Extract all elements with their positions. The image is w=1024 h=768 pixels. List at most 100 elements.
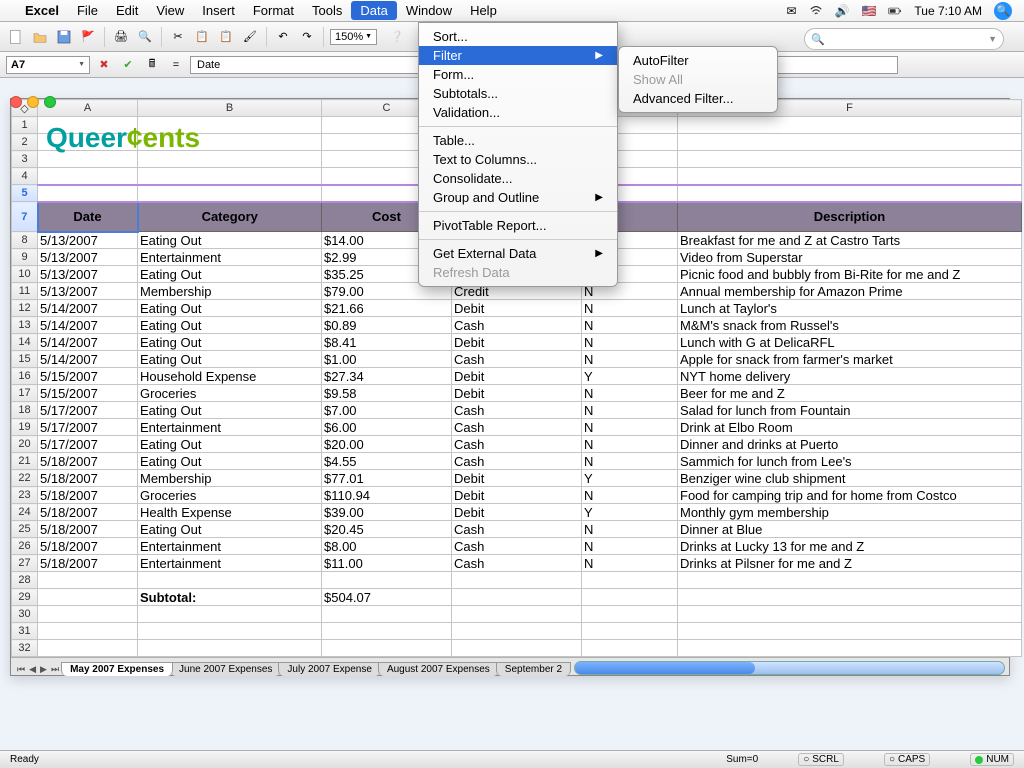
cell-recurring[interactable]: N	[582, 436, 678, 453]
cell-recurring[interactable]: Y	[582, 368, 678, 385]
cell-desc[interactable]: Breakfast for me and Z at Castro Tarts	[678, 232, 1022, 249]
cell[interactable]	[678, 117, 1022, 134]
cell-recurring[interactable]: N	[582, 300, 678, 317]
cell[interactable]	[678, 151, 1022, 168]
row-header-10[interactable]: 10	[12, 266, 38, 283]
cut-icon[interactable]: ✂	[168, 27, 188, 47]
sheet-tab-0[interactable]: May 2007 Expenses	[61, 662, 173, 676]
wifi-icon[interactable]	[803, 1, 829, 20]
cell-category[interactable]: Eating Out	[138, 402, 322, 419]
cell-date[interactable]: 5/13/2007	[38, 266, 138, 283]
cell-desc[interactable]: Salad for lunch from Fountain	[678, 402, 1022, 419]
cell-method[interactable]: Debit	[452, 385, 582, 402]
row-header-31[interactable]: 31	[12, 623, 38, 640]
row-header-23[interactable]: 23	[12, 487, 38, 504]
subtotal-value[interactable]: $504.07	[322, 589, 452, 606]
cell[interactable]	[38, 572, 138, 589]
cell[interactable]	[678, 185, 1022, 202]
copy-icon[interactable]: 📋	[192, 27, 212, 47]
cell[interactable]	[322, 606, 452, 623]
cell-category[interactable]: Eating Out	[138, 453, 322, 470]
cell-desc[interactable]: Picnic food and bubbly from Bi-Rite for …	[678, 266, 1022, 283]
cell-recurring[interactable]: N	[582, 402, 678, 419]
menuitem-pivottable-report-[interactable]: PivotTable Report...	[419, 216, 617, 235]
sheet-tab-4[interactable]: September 2	[496, 662, 571, 676]
menu-help[interactable]: Help	[461, 1, 506, 20]
row-header-26[interactable]: 26	[12, 538, 38, 555]
row-header-30[interactable]: 30	[12, 606, 38, 623]
menuitem-get-external-data[interactable]: Get External Data▶	[419, 244, 617, 263]
row-header-15[interactable]: 15	[12, 351, 38, 368]
cell-cost[interactable]: $1.00	[322, 351, 452, 368]
submenuitem-autofilter[interactable]: AutoFilter	[619, 51, 777, 70]
cell[interactable]	[678, 623, 1022, 640]
cell-method[interactable]: Cash	[452, 521, 582, 538]
row-header-11[interactable]: 11	[12, 283, 38, 300]
cell-cost[interactable]: $4.55	[322, 453, 452, 470]
row-header-19[interactable]: 19	[12, 419, 38, 436]
cell-category[interactable]: Entertainment	[138, 249, 322, 266]
menu-app[interactable]: Excel	[16, 1, 68, 20]
cell[interactable]	[138, 185, 322, 202]
row-header-2[interactable]: 2	[12, 134, 38, 151]
cell-desc[interactable]: Apple for snack from farmer's market	[678, 351, 1022, 368]
cell-recurring[interactable]: N	[582, 538, 678, 555]
cell-desc[interactable]: Drinks at Pilsner for me and Z	[678, 555, 1022, 572]
cell[interactable]	[678, 572, 1022, 589]
cell-date[interactable]: 5/14/2007	[38, 300, 138, 317]
cell-date[interactable]: 5/13/2007	[38, 232, 138, 249]
cell-category[interactable]: Groceries	[138, 487, 322, 504]
subtotal-label[interactable]: Subtotal:	[138, 589, 322, 606]
cell-category[interactable]: Entertainment	[138, 419, 322, 436]
cell-method[interactable]: Cash	[452, 317, 582, 334]
row-header-14[interactable]: 14	[12, 334, 38, 351]
cell[interactable]	[582, 606, 678, 623]
cell-date[interactable]: 5/14/2007	[38, 351, 138, 368]
cell-date[interactable]: 5/18/2007	[38, 538, 138, 555]
cell-method[interactable]: Debit	[452, 470, 582, 487]
spotlight-icon[interactable]: 🔍	[988, 0, 1018, 22]
cell-desc[interactable]: Monthly gym membership	[678, 504, 1022, 521]
open-icon[interactable]	[30, 27, 50, 47]
row-header-17[interactable]: 17	[12, 385, 38, 402]
cell-method[interactable]: Cash	[452, 538, 582, 555]
zoom-window-icon[interactable]	[44, 96, 56, 108]
cell[interactable]	[678, 168, 1022, 185]
cell-desc[interactable]: Sammich for lunch from Lee's	[678, 453, 1022, 470]
calc-icon[interactable]: 🖩	[142, 55, 162, 75]
cell-cost[interactable]: $7.00	[322, 402, 452, 419]
cell-recurring[interactable]: N	[582, 453, 678, 470]
menu-window[interactable]: Window	[397, 1, 461, 20]
submenuitem-advanced-filter-[interactable]: Advanced Filter...	[619, 89, 777, 108]
cell-desc[interactable]: Annual membership for Amazon Prime	[678, 283, 1022, 300]
cell[interactable]	[452, 640, 582, 657]
cell[interactable]	[678, 640, 1022, 657]
cell-cost[interactable]: $9.58	[322, 385, 452, 402]
cell-desc[interactable]: Dinner at Blue	[678, 521, 1022, 538]
cell-recurring[interactable]: N	[582, 521, 678, 538]
search-input[interactable]: ▼	[804, 28, 1004, 50]
cell-recurring[interactable]: N	[582, 419, 678, 436]
menu-tools[interactable]: Tools	[303, 1, 351, 20]
mail-icon[interactable]: ✉	[780, 2, 802, 20]
cell-cost[interactable]: $110.94	[322, 487, 452, 504]
cell[interactable]	[582, 623, 678, 640]
volume-icon[interactable]: 🔊	[829, 2, 856, 20]
row-header-28[interactable]: 28	[12, 572, 38, 589]
cell-category[interactable]: Eating Out	[138, 300, 322, 317]
header-cell-Description[interactable]: Description	[678, 202, 1022, 232]
cell-method[interactable]: Cash	[452, 453, 582, 470]
cell-desc[interactable]: Dinner and drinks at Puerto	[678, 436, 1022, 453]
tab-nav-next[interactable]: ▶	[38, 664, 49, 675]
cell-method[interactable]: Debit	[452, 487, 582, 504]
cell-category[interactable]: Eating Out	[138, 232, 322, 249]
cell[interactable]	[452, 623, 582, 640]
cell-desc[interactable]: Beer for me and Z	[678, 385, 1022, 402]
row-header-5[interactable]: 5	[12, 185, 38, 202]
equals-icon[interactable]: =	[166, 55, 186, 75]
cell-recurring[interactable]: N	[582, 555, 678, 572]
cell[interactable]	[138, 606, 322, 623]
menuitem-consolidate-[interactable]: Consolidate...	[419, 169, 617, 188]
cell-desc[interactable]: NYT home delivery	[678, 368, 1022, 385]
menu-format[interactable]: Format	[244, 1, 303, 20]
